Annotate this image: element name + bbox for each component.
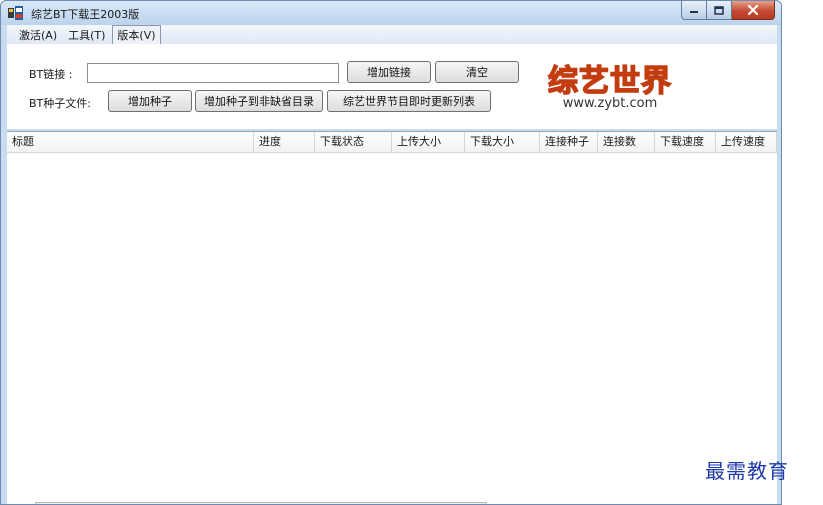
add-seed-button[interactable]: 增加种子 bbox=[108, 90, 192, 112]
logo-url: www.zybt.com bbox=[562, 96, 658, 111]
window-controls bbox=[681, 1, 775, 20]
refresh-list-button[interactable]: 综艺世界节目即时更新列表 bbox=[327, 90, 491, 112]
bt-link-label: BT链接 : bbox=[29, 68, 73, 81]
col-title[interactable]: 标题 bbox=[7, 132, 254, 153]
seed-file-label: BT种子文件: bbox=[29, 97, 91, 110]
add-link-button[interactable]: 增加链接 bbox=[347, 61, 431, 83]
watermark-text: 最需教育 bbox=[705, 459, 789, 483]
list-header: 标题 进度 下载状态 上传大小 下载大小 连接种子 连接数 下载速度 上传速度 bbox=[7, 132, 777, 153]
add-seed-nondefault-button[interactable]: 增加种子到非缺省目录 bbox=[195, 90, 323, 112]
maximize-button[interactable] bbox=[707, 1, 732, 20]
col-upload-speed[interactable]: 上传速度 bbox=[716, 132, 777, 153]
logo-title: 综艺世界 bbox=[547, 63, 672, 100]
menu-version[interactable]: 版本(V) bbox=[112, 24, 161, 45]
col-download-speed[interactable]: 下载速度 bbox=[655, 132, 716, 153]
menu-tools[interactable]: 工具(T) bbox=[64, 26, 109, 44]
col-connected-seeds[interactable]: 连接种子 bbox=[540, 132, 598, 153]
col-progress[interactable]: 进度 bbox=[254, 132, 315, 153]
minimize-button[interactable] bbox=[681, 1, 707, 20]
col-connections[interactable]: 连接数 bbox=[598, 132, 655, 153]
close-icon bbox=[747, 5, 759, 15]
menu-activate[interactable]: 激活(A) bbox=[15, 26, 61, 44]
clear-button[interactable]: 清空 bbox=[435, 61, 519, 83]
col-download-size[interactable]: 下载大小 bbox=[465, 132, 540, 153]
close-button[interactable] bbox=[732, 1, 775, 20]
brand-logo[interactable]: 综艺世界 www.zybt.com bbox=[523, 56, 697, 116]
app-icon bbox=[8, 6, 23, 20]
app-window: 综艺BT下载王2003版 激活(A) 工具(T) 版本(V) BT链接 : 增加… bbox=[0, 0, 782, 505]
download-list[interactable]: 标题 进度 下载状态 上传大小 下载大小 连接种子 连接数 下载速度 上传速度 bbox=[7, 131, 777, 504]
title-bar[interactable]: 综艺BT下载王2003版 bbox=[1, 1, 781, 25]
col-download-status[interactable]: 下载状态 bbox=[315, 132, 392, 153]
menu-bar: 激活(A) 工具(T) 版本(V) bbox=[7, 24, 777, 45]
minimize-icon bbox=[690, 11, 698, 13]
window-title: 综艺BT下载王2003版 bbox=[31, 8, 140, 21]
col-upload-size[interactable]: 上传大小 bbox=[392, 132, 465, 153]
maximize-icon bbox=[714, 5, 724, 15]
control-panel: BT链接 : 增加链接 清空 BT种子文件: 增加种子 增加种子到非缺省目录 综… bbox=[7, 44, 777, 129]
bt-link-input[interactable] bbox=[87, 63, 339, 83]
